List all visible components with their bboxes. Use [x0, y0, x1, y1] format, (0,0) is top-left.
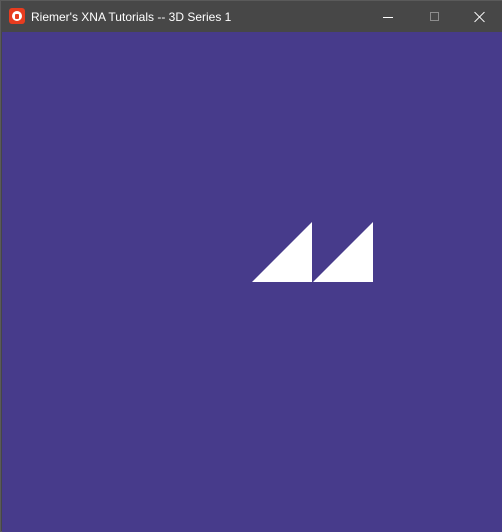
close-icon	[474, 11, 486, 23]
window-titlebar[interactable]: Riemer's XNA Tutorials -- 3D Series 1	[1, 1, 502, 32]
window-title: Riemer's XNA Tutorials -- 3D Series 1	[31, 10, 232, 24]
game-viewport[interactable]	[2, 32, 502, 532]
render-scene	[252, 222, 373, 282]
minimize-icon	[383, 16, 393, 18]
maximize-button[interactable]	[411, 1, 457, 32]
maximize-icon	[429, 12, 439, 21]
application-window: Riemer's XNA Tutorials -- 3D Series 1	[0, 0, 502, 532]
left-white-triangle	[252, 222, 312, 282]
monogame-icon	[9, 8, 25, 24]
close-button[interactable]	[457, 1, 502, 32]
right-white-triangle	[313, 222, 373, 282]
minimize-button[interactable]	[365, 1, 411, 32]
